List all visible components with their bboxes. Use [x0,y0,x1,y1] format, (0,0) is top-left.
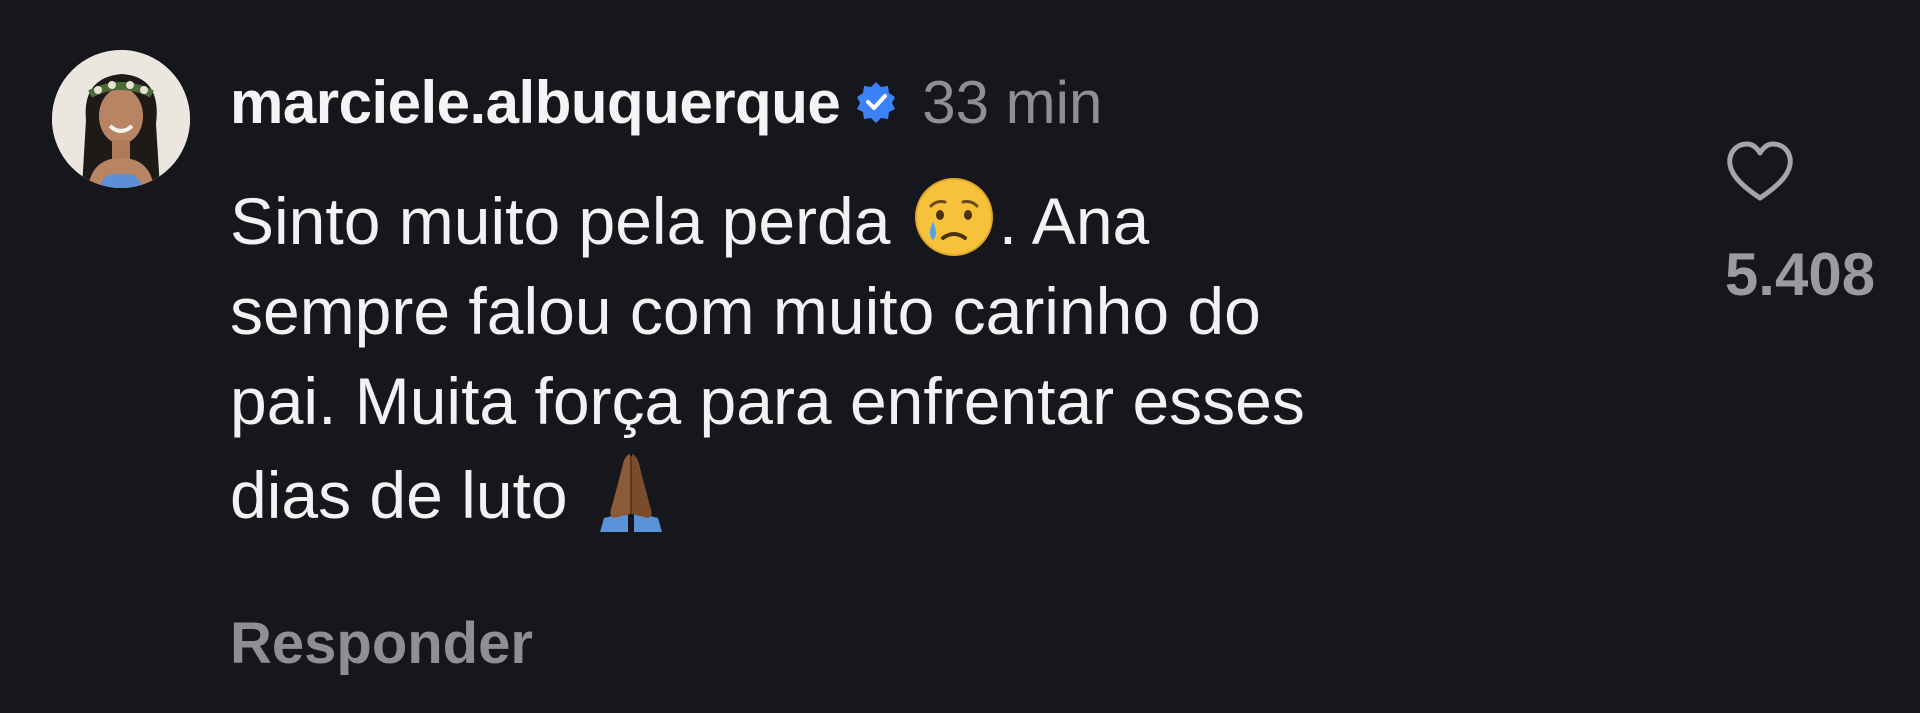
heart-outline-icon[interactable] [1720,132,1800,212]
comment-line: sempre falou com muito carinho do [230,274,1261,348]
comment-header: marciele.albuquerque 33 min [230,62,1102,142]
comment-timestamp: 33 min [922,68,1103,136]
comment-text: Sinto muito pela perda . Ana sempre falo… [230,172,1650,540]
like-count: 5.408 [1724,241,1876,308]
verified-badge-icon [854,80,898,124]
comment-item: marciele.albuquerque 33 min Sinto muito … [0,0,1920,713]
comment-line-text: Sinto muito pela perda [230,184,909,258]
comment-line-text: . Ana [998,184,1150,258]
reply-button[interactable]: Responder [230,610,533,677]
comment-line: pai. Muita força para enfrentar esses [230,364,1305,438]
username[interactable]: marciele.albuquerque [230,68,841,137]
comment-line: dias de luto [230,446,1650,540]
comment-line: Sinto muito pela perda . Ana [230,172,1650,266]
crying-face-emoji-icon [909,172,999,262]
folded-hands-emoji-icon [586,446,676,536]
comment-line-text: dias de luto [230,458,586,532]
avatar[interactable] [52,50,190,188]
